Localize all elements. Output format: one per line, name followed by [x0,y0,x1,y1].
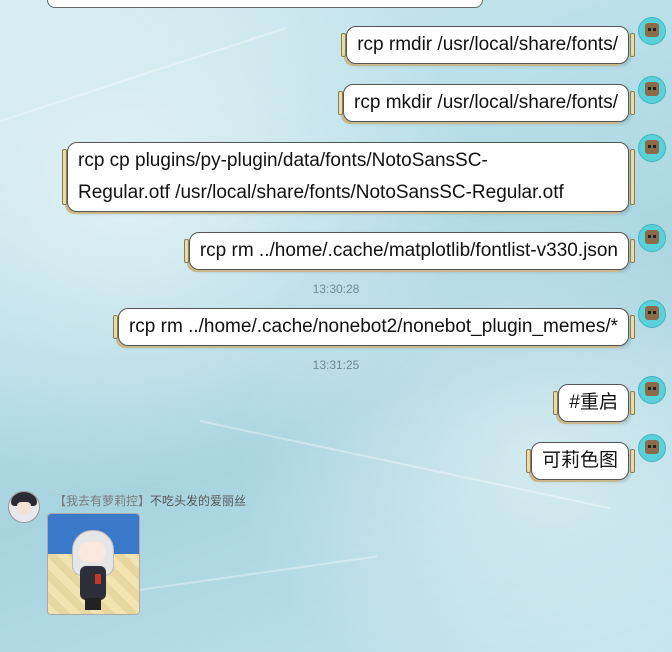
self-avatar[interactable] [638,300,666,328]
background-texture [0,27,286,122]
sender-nickname: 不吃头发的爱丽丝 [150,494,247,508]
self-avatar[interactable] [638,134,666,162]
self-avatar[interactable] [638,434,666,462]
message-bubble[interactable]: rcp rmdir /usr/local/share/fonts/ [341,26,635,64]
message-line: rcp cp plugins/py-plugin/data/fonts/Noto… [78,150,488,171]
sender-name: 【我去有萝莉控】不吃头发的爱丽丝 [54,492,246,509]
other-user-avatar[interactable] [8,491,40,523]
self-avatar[interactable] [638,17,666,45]
message-line: Regular.otf /usr/local/share/fonts/NotoS… [78,182,564,203]
message-bubble[interactable]: #重启 [553,384,635,422]
sender-title: 【我去有萝莉控】 [54,494,151,508]
message-bubble[interactable]: rcp mkdir /usr/local/share/fonts/ [338,84,635,122]
message-bubble[interactable]: 可莉色图 [525,442,636,480]
timestamp: 13:30:28 [312,282,360,296]
message-bubble[interactable]: rcp rm ../home/.cache/nonebot2/nonebot_p… [112,308,636,346]
previous-message-bubble [47,0,483,8]
message-bubble[interactable]: rcp rm ../home/.cache/matplotlib/fontlis… [183,232,636,270]
message-bubble[interactable]: rcp cp plugins/py-plugin/data/fonts/Noto… [62,142,635,212]
self-avatar[interactable] [638,224,666,252]
self-avatar[interactable] [638,76,666,104]
self-avatar[interactable] [638,376,666,404]
timestamp: 13:31:25 [312,358,360,372]
image-message[interactable] [47,513,140,615]
